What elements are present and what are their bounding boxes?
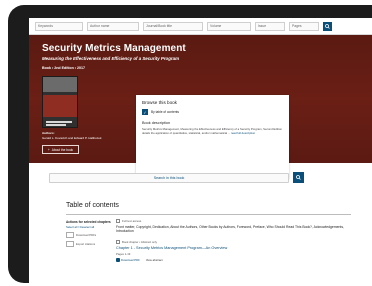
check-icon: ✓ bbox=[143, 109, 147, 115]
export-citations-action[interactable]: Export citations bbox=[66, 241, 95, 247]
book-title: Security Metrics Management bbox=[42, 43, 186, 54]
toc-entry: Full text access Front matter, Copyright… bbox=[116, 219, 351, 234]
author-name-field[interactable]: Author name bbox=[87, 21, 139, 31]
download-pdfs-action[interactable]: Download PDFs bbox=[66, 232, 96, 238]
toc-heading: Table of contents bbox=[66, 202, 119, 209]
issue-field[interactable]: Issue bbox=[255, 21, 285, 31]
journal-book-title-field[interactable]: Journal/Book title bbox=[143, 21, 203, 31]
authors-label: Authors: bbox=[42, 131, 55, 135]
entry-access: Book chapter • Abstract only bbox=[122, 240, 158, 244]
download-pdf-link[interactable]: Download PDF bbox=[116, 258, 140, 262]
book-cover-image bbox=[42, 76, 78, 128]
book-description: Security Metrics Management, Measuring t… bbox=[142, 127, 282, 135]
toc-checkbox-label: By table of contents bbox=[151, 110, 179, 114]
read-full-description-link[interactable]: read full description bbox=[231, 131, 255, 135]
divider bbox=[66, 214, 351, 215]
description-label: Book description bbox=[142, 121, 171, 125]
screen: Keywords Author name Journal/Book title … bbox=[29, 18, 372, 283]
entry-title-link[interactable]: Chapter 1 - Security Metrics Management … bbox=[116, 246, 351, 250]
volume-field[interactable]: Volume bbox=[207, 21, 251, 31]
search-in-book-input[interactable]: Search in this book bbox=[49, 173, 289, 183]
actions-heading: Actions for selected chapters bbox=[66, 220, 111, 224]
pages-field[interactable]: Pages bbox=[289, 21, 319, 31]
download-pdfs-label: Download PDFs bbox=[76, 233, 97, 237]
view-abstract-link[interactable]: View abstract bbox=[146, 258, 163, 262]
export-icon bbox=[66, 241, 74, 247]
about-the-book-label: About the book bbox=[51, 147, 74, 152]
search-icon bbox=[296, 175, 301, 180]
toc-checkbox[interactable]: ✓ bbox=[142, 109, 148, 115]
export-citations-label: Export citations bbox=[76, 242, 96, 246]
search-icon bbox=[325, 23, 330, 29]
keywords-field[interactable]: Keywords bbox=[35, 21, 83, 31]
toc-entry: Book chapter • Abstract only Chapter 1 -… bbox=[116, 240, 351, 262]
entry-checkbox[interactable] bbox=[116, 240, 120, 244]
book-hero: Security Metrics Management Measuring th… bbox=[29, 35, 372, 179]
browse-title: Browse this book bbox=[142, 100, 177, 105]
search-button[interactable] bbox=[323, 21, 332, 31]
download-icon bbox=[66, 232, 74, 238]
search-in-book-placeholder: Search in this book bbox=[153, 176, 185, 180]
plus-icon: + bbox=[47, 147, 50, 152]
book-subtitle: Measuring the Effectiveness and Efficien… bbox=[42, 56, 179, 61]
authors: Gerald L. Kovacich and Edward P. Haliboz… bbox=[42, 136, 102, 140]
book-meta: Book • 2nd Edition • 2017 bbox=[42, 66, 86, 70]
entry-checkbox[interactable] bbox=[116, 219, 120, 223]
top-search-bar: Keywords Author name Journal/Book title … bbox=[29, 18, 372, 35]
pdf-icon bbox=[116, 258, 120, 262]
entry-pages: Pages 1-19 bbox=[116, 252, 131, 256]
search-in-book-button[interactable] bbox=[293, 172, 304, 183]
tablet-frame: Keywords Author name Journal/Book title … bbox=[8, 5, 372, 283]
about-the-book-button[interactable]: + About the book bbox=[42, 145, 79, 154]
entry-link[interactable]: Front matter, Copyright, Dedication, Abo… bbox=[116, 225, 351, 234]
description-text: Security Metrics Management, Measuring t… bbox=[142, 127, 282, 135]
browse-this-book-panel: Browse this book ✓ By table of contents … bbox=[136, 95, 289, 179]
select-all-link[interactable]: Select all / Deselect all bbox=[66, 225, 94, 229]
entry-access: Full text access bbox=[122, 219, 142, 223]
download-pdf-label: Download PDF bbox=[121, 258, 140, 262]
